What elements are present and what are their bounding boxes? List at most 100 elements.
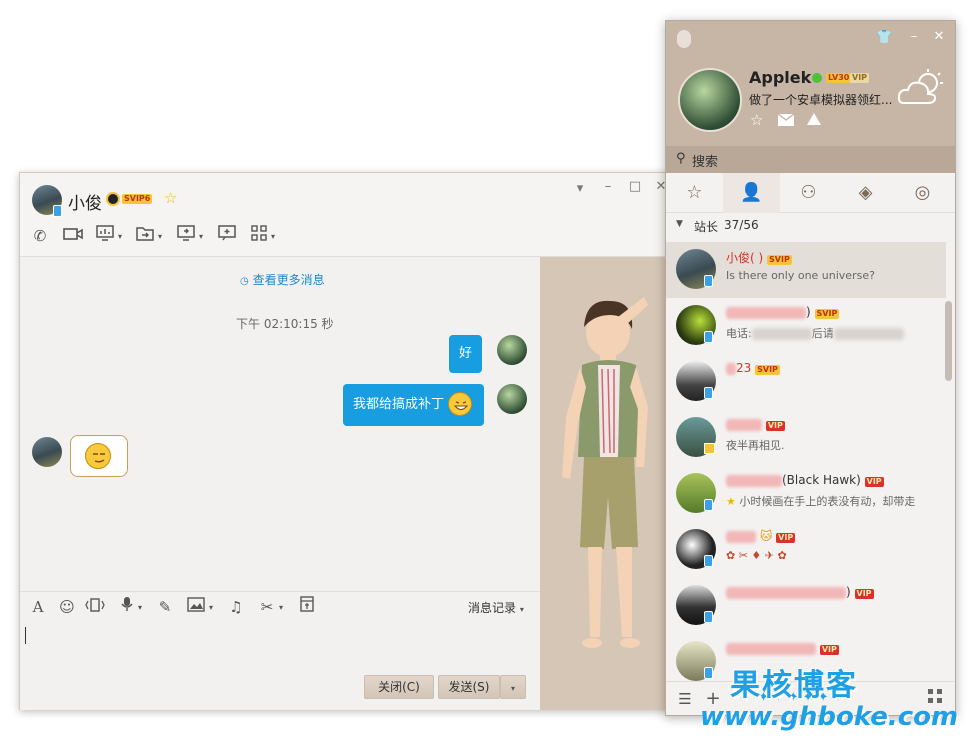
svip-badge[interactable]: SVIP6 [122,194,153,204]
signature[interactable]: 做了一个安卓模拟器领红... [749,91,892,108]
tab-chat[interactable]: ◎ [894,173,951,213]
mail-icon[interactable] [777,113,795,126]
microphone-caret[interactable]: ▾ [138,603,142,612]
star-icon[interactable]: ☆ [164,189,177,207]
screen-share-caret[interactable]: ▾ [199,232,203,241]
search-bar[interactable]: ⚲ 搜索 [666,146,955,173]
music-icon[interactable]: ♫ [225,596,247,618]
contact-list-scrollbar[interactable] [945,301,952,381]
svip-badge: SVIP [755,365,780,375]
screen-share-icon[interactable] [175,225,197,247]
my-avatar[interactable] [678,68,742,132]
message-bubble[interactable]: 好 [449,335,483,373]
tab-space[interactable]: ◈ [837,173,894,213]
my-avatar[interactable] [497,384,527,414]
phone-icon[interactable]: ✆ [29,225,51,247]
online-status-icon[interactable] [812,73,822,83]
contact-item[interactable]: ) VIP [666,578,946,634]
minimize-icon[interactable]: – [907,29,921,44]
message-history-label: 消息记录 [468,601,517,615]
contact-item[interactable]: 23 SVIP [666,354,946,410]
maximize-icon[interactable]: □ [628,179,642,194]
username[interactable]: Applek [749,68,811,87]
qzone-icon[interactable] [806,112,822,129]
add-app-icon[interactable] [216,225,238,247]
image-caret[interactable]: ▾ [209,603,213,612]
more-messages-link[interactable]: ◷ 查看更多消息 [240,271,325,288]
dropdown-icon[interactable]: ▾ [573,181,587,196]
mobile-online-icon [704,499,713,511]
vip-badge[interactable]: VIP [850,73,870,83]
contact-name: ) SVIP [726,305,840,319]
menu-icon[interactable]: ☰ [674,688,696,710]
video-icon[interactable] [62,225,84,247]
font-icon[interactable]: A [27,596,49,618]
vibrate-icon[interactable] [84,596,106,618]
tab-messages[interactable]: ☆ [666,173,723,213]
group-icon: ⚇ [800,182,817,203]
sticker-bubble[interactable] [70,435,128,477]
favorites-star-icon[interactable]: ☆ [750,111,763,129]
achievement-icons: ✿ ✂ ♦ ✈ ✿ [726,549,787,562]
message-area: ◷ 查看更多消息 下午 02:10:15 秒 好 我都给搞成补丁 [20,257,540,591]
level-badge[interactable]: LV30 [826,73,852,83]
expand-caret-icon: ▼ [676,219,683,229]
send-file-caret[interactable]: ▾ [158,232,162,241]
minimize-icon[interactable]: – [601,179,615,194]
screenshot-caret[interactable]: ▾ [279,603,283,612]
vip-badge: VIP [854,589,874,599]
grin-emoji-icon [448,392,472,416]
mobile-online-icon [704,387,713,399]
vip-badge: VIP [765,421,785,431]
my-avatar[interactable] [497,335,527,365]
remote-desktop-caret[interactable]: ▾ [118,232,122,241]
microphone-icon[interactable] [116,596,138,618]
apps-grid-icon[interactable] [248,225,270,247]
message-input[interactable]: 关闭(C) 发送(S) ▾ [20,621,540,710]
mobile-online-icon [704,275,713,287]
tab-contacts[interactable]: 👤 [723,173,780,213]
send-options-button[interactable]: ▾ [500,675,526,699]
close-icon[interactable]: ✕ [932,29,946,44]
contact-group-header[interactable]: ▼ 站长 37/56 [666,213,955,239]
weather-icon[interactable] [896,67,946,110]
pen-icon[interactable]: ✎ [154,596,176,618]
message-text: 我都给搞成补丁 [353,397,445,412]
contact-item[interactable]: ) SVIP 电话: 后请 [666,298,946,354]
remote-desktop-icon[interactable] [94,225,116,247]
apps-caret[interactable]: ▾ [271,232,275,241]
chat-bubble-icon: ◎ [914,182,931,203]
emoji-icon[interactable]: ☺ [56,596,78,618]
red-packet-icon[interactable] [296,596,318,618]
character-show-panel [540,257,674,710]
contact-item[interactable]: 小俊( ) SVIP Is there only one universe? [666,242,946,298]
contact-name[interactable]: 小俊 [68,189,102,214]
text-cursor [25,627,26,644]
star-icon: ☆ [686,182,703,203]
more-messages-label: 查看更多消息 [252,273,325,287]
contact-item[interactable]: 🐱 VIP ✿ ✂ ♦ ✈ ✿ [666,522,946,578]
send-button[interactable]: 发送(S) [438,675,500,699]
contact-item[interactable]: VIP 夜半再相见. [666,410,946,466]
mobile-online-icon [704,331,713,343]
star-icon: ★ [726,495,736,508]
watermark-url: www.ghboke.com [700,702,959,732]
tab-groups[interactable]: ⚇ [780,173,837,213]
close-button[interactable]: 关闭(C) [364,675,434,699]
contact-status: ★ 小时候画在手上的表没有动，却带走 [726,495,916,508]
message-history-link[interactable]: 消息记录 ▾ [468,599,524,616]
svip-badge: SVIP [767,255,792,265]
contact-item[interactable]: (Black Hawk) VIP ★ 小时候画在手上的表没有动，却带走 [666,466,946,522]
chat-header: 小俊 SVIP6 ☆ ▾ – □ ✕ ✆ ▾ ▾ ▾ ▾ [20,173,674,257]
main-panel: 👕 – ✕ Applek LV30 VIP 做了一个安卓模拟器领红... ☆ ⚲… [665,20,956,716]
scissors-icon[interactable]: ✂ [256,596,278,618]
group-name: 站长 [694,220,719,234]
contact-avatar[interactable] [32,437,62,467]
contact-status: Is there only one universe? [726,269,875,282]
skin-shirt-icon[interactable]: 👕 [876,30,892,45]
send-options-caret-icon: ▾ [510,684,515,693]
image-icon[interactable] [185,596,207,618]
diamond-icon: ◈ [858,182,873,203]
contact-name: ) VIP [726,585,874,599]
send-file-icon[interactable] [134,225,156,247]
